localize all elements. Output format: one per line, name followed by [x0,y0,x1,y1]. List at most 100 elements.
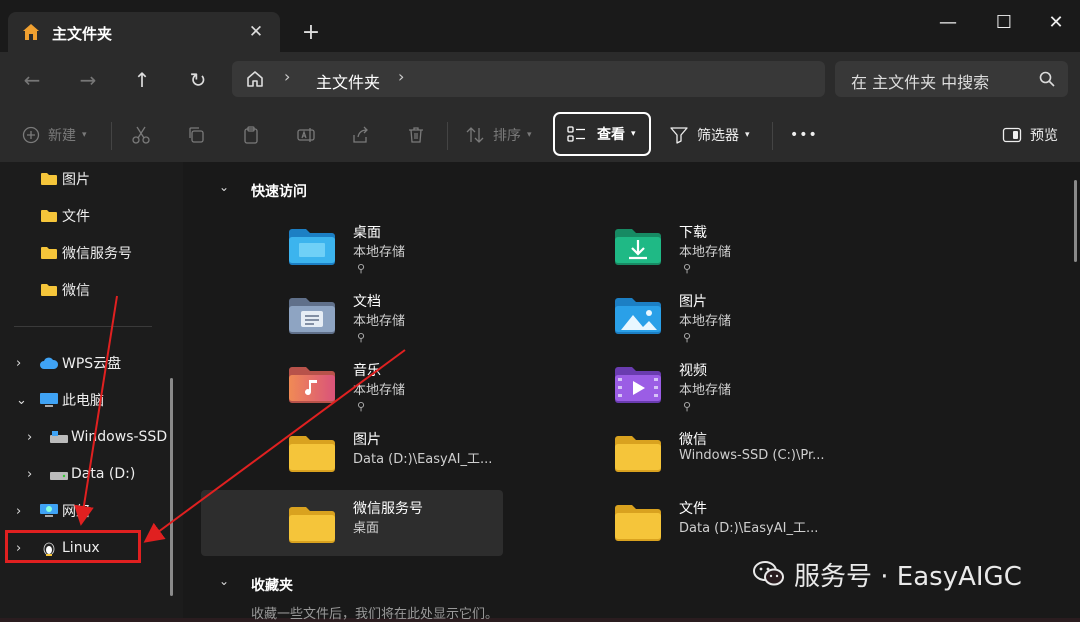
new-button[interactable]: 新建 ▾ [22,118,87,152]
search-icon [1039,71,1055,87]
folder-icon [41,284,57,296]
chevron-right-icon[interactable]: › [27,467,32,482]
forward-button[interactable]: → [72,64,104,96]
quick-access-item-hovered[interactable]: 微信服务号 桌面 [201,490,503,556]
paste-button[interactable] [241,118,269,152]
add-icon [22,126,40,144]
divider [447,122,448,150]
back-button[interactable]: ← [16,64,48,96]
item-location: 本地存储 [679,383,732,398]
filter-label: 筛选器 [697,128,739,144]
item-name: 视频 [679,363,707,379]
chevron-right-icon[interactable]: › [27,430,32,445]
sort-button[interactable]: 排序 ▾ [465,118,532,152]
close-window-button[interactable]: ✕ [1034,8,1078,38]
sidebar-item-files[interactable]: 文件 [0,199,175,233]
quick-access-item[interactable]: 图片 Data (D:)\EasyAI_工... [287,429,587,495]
quick-access-item[interactable]: 桌面 本地存储 ⚲ [287,222,587,288]
item-name: 微信服务号 [353,501,423,517]
quick-access-item[interactable]: 文件 Data (D:)\EasyAI_工... [613,498,913,564]
sidebar-item-wps-cloud[interactable]: › WPS云盘 [0,346,175,380]
sidebar-item-wechat[interactable]: 微信 [0,273,175,307]
item-location: 本地存储 [353,383,406,398]
search-box[interactable]: 在 主文件夹 中搜索 [835,61,1068,97]
item-location: Data (D:)\EasyAI_工... [353,452,493,467]
new-tab-button[interactable]: + [296,18,326,48]
sidebar-item-this-pc[interactable]: ⌄ 此电脑 [0,383,175,417]
item-location: 桌面 [353,521,380,536]
sidebar-item-wechat-service[interactable]: 微信服务号 [0,236,175,270]
rename-button[interactable] [296,118,324,152]
section-favorites[interactable]: 收藏夹 [251,575,293,595]
quick-access-item[interactable]: 视频 本地存储 ⚲ [613,360,913,426]
computer-icon [40,393,58,407]
sidebar-scrollbar[interactable] [170,378,173,596]
sidebar-item-label: 微信服务号 [62,246,132,262]
share-button[interactable] [351,118,379,152]
item-location: 本地存储 [679,314,732,329]
maximize-button[interactable]: ☐ [982,8,1026,38]
pin-icon: ⚲ [357,400,366,413]
filter-button[interactable]: 筛选器 ▾ [669,118,750,152]
quick-access-item[interactable]: 微信 Windows-SSD (C:)\Pr... [613,429,913,495]
address-bar[interactable]: › 主文件夹 › [232,61,825,97]
content-scrollbar[interactable] [1074,180,1077,262]
copy-icon [189,127,204,143]
item-name: 图片 [679,294,707,310]
chevron-down-icon[interactable]: ⌄ [219,180,229,194]
sidebar-item-label: 微信 [62,283,90,299]
quick-access-item[interactable]: 下载 本地存储 ⚲ [613,222,913,288]
scissors-icon [132,126,150,144]
watermark-text: 服务号 · EasyAIGC [794,561,1022,592]
sidebar-item-data-d[interactable]: › Data (D:) [0,457,175,491]
sidebar-item-pictures[interactable]: 图片 [0,162,175,196]
sidebar-item-label: 网络 [62,504,90,520]
breadcrumb-chevron[interactable]: › [398,67,404,86]
quick-access-item[interactable]: 音乐 本地存储 ⚲ [287,360,587,426]
chevron-right-icon[interactable]: › [16,356,21,371]
folder-icon [289,436,335,472]
chevron-down-icon: ▾ [82,130,87,140]
minimize-button[interactable]: — [926,8,970,38]
item-name: 图片 [353,432,381,448]
folder-icon [615,505,661,541]
music-folder-icon [289,367,335,403]
up-button[interactable]: ↑ [126,64,158,96]
item-location: Data (D:)\EasyAI_工... [679,521,819,536]
sidebar-item-label: Data (D:) [71,466,136,482]
sidebar-item-network[interactable]: › 网络 [0,494,175,528]
item-name: 桌面 [353,225,381,241]
quick-access-item[interactable]: 图片 本地存储 ⚲ [613,291,913,357]
breadcrumb-separator: › [284,67,291,86]
tab-home[interactable]: 主文件夹 ✕ [8,12,280,52]
drive-icon [50,431,68,443]
preview-pane-button[interactable]: 预览 [1002,118,1058,152]
copy-button[interactable] [186,118,214,152]
pin-icon: ⚲ [683,262,692,275]
tab-close-button[interactable]: ✕ [242,18,270,46]
sidebar-item-windows-ssd[interactable]: › Windows-SSD [0,420,175,454]
item-location: 本地存储 [353,314,406,329]
quick-access-item[interactable]: 文档 本地存储 ⚲ [287,291,587,357]
sidebar-item-label: Windows-SSD [71,429,168,445]
item-name: 下载 [679,225,707,241]
folder-icon [289,507,335,543]
refresh-button[interactable]: ↻ [182,64,214,96]
section-quick-access[interactable]: 快速访问 [251,181,307,201]
chevron-right-icon[interactable]: › [16,504,21,519]
view-label: 查看 [597,127,625,143]
folder-icon [41,247,57,259]
more-options-button[interactable]: ••• [790,118,818,152]
chevron-down-icon: ▾ [527,130,532,140]
wechat-icon [753,561,784,586]
chevron-down-icon[interactable]: ⌄ [219,574,229,588]
chevron-down-icon[interactable]: ⌄ [16,393,27,408]
tab-title: 主文件夹 [52,25,113,43]
view-button[interactable]: 查看 ▾ [553,112,651,156]
cut-button[interactable] [131,118,159,152]
desktop-folder-icon [289,229,335,265]
delete-button[interactable] [406,118,434,152]
breadcrumb-home[interactable]: 主文件夹 [316,69,380,93]
folder-icon [615,436,661,472]
view-list-icon [567,126,585,142]
